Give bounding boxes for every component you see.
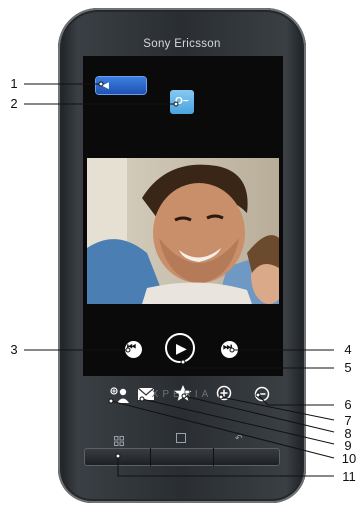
callout-4: 4 [344,342,352,357]
callout-10: 10 [341,451,357,466]
callout-3: 3 [10,342,18,357]
callout-2: 2 [10,96,18,111]
callout-11: 11 [342,469,356,484]
callout-lines [24,81,335,477]
callout-6: 6 [344,397,352,412]
callout-5: 5 [344,360,352,375]
callout-1: 1 [10,76,18,91]
